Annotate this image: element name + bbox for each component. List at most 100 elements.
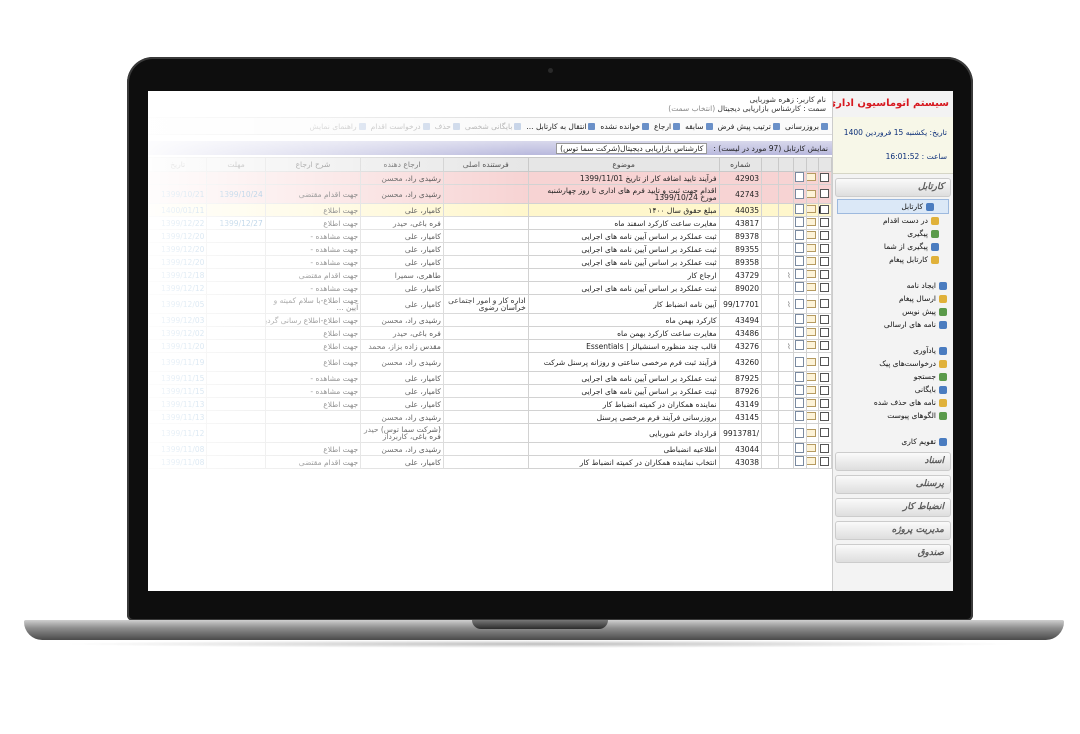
checkbox[interactable] <box>820 204 829 214</box>
letter-subject[interactable]: مغایرت ساعت کارکرد بهمن ماه <box>527 326 720 340</box>
table-row[interactable]: 89378 ثبت عملکرد بر اساس آیین نامه های اج… <box>148 229 832 243</box>
table-row[interactable]: 43044 اطلاعیه انضباطی رشیدی راد، محسن جهت ا… <box>148 442 832 456</box>
checkbox[interactable] <box>820 385 829 395</box>
checkbox[interactable] <box>820 456 829 466</box>
table-row[interactable]: 87925 ثبت عملکرد بر اساس آیین نامه های اج… <box>148 371 832 385</box>
table-row[interactable]: 43260 فرآیند ثبت فرم مرخصی ساعتی و روزانه… <box>148 352 832 372</box>
letter-subject[interactable]: قالب چند منظوره اسنشیالز | Essentials <box>527 339 720 353</box>
toolbar-button[interactable]: بروزرسانی <box>785 122 828 131</box>
toolbar-button[interactable]: ارجاع <box>654 122 681 131</box>
row-checkbox-cell[interactable] <box>818 294 832 314</box>
module-2[interactable]: انضباط کار <box>835 498 951 517</box>
row-checkbox-cell[interactable] <box>818 384 832 398</box>
sidebar-item[interactable]: درخواست‌های پیک <box>833 357 953 370</box>
sidebar-item[interactable]: پیگیری <box>833 227 953 240</box>
table-row[interactable]: 89020 ثبت عملکرد بر اساس آیین نامه های اج… <box>148 281 832 295</box>
checkbox[interactable] <box>820 398 829 408</box>
sidebar-item[interactable]: تقویم کاری <box>833 435 953 448</box>
sidebar-item[interactable]: پیگیری از شما <box>833 240 953 253</box>
table-row[interactable]: 89358 ثبت عملکرد بر اساس آیین نامه های اج… <box>148 255 832 269</box>
letter-subject[interactable]: ثبت عملکرد بر اساس آیین نامه های اجرایی <box>527 384 720 398</box>
checkbox[interactable] <box>820 428 829 437</box>
sidebar-item[interactable]: بایگانی <box>833 383 953 396</box>
checkbox[interactable] <box>820 243 829 253</box>
table-row[interactable]: 42743 اقدام جهت ثبت و تایید فرم های اداری… <box>148 184 832 204</box>
table-row[interactable]: 43145 بروزرسانی فرآیند فرم مرخصی پرسنل رشی… <box>148 410 832 424</box>
toolbar-button[interactable]: درخواست اقدام <box>371 122 430 131</box>
toolbar-button[interactable]: ترتیب پیش فرض <box>718 122 780 131</box>
letter-subject[interactable]: ثبت عملکرد بر اساس آیین نامه های اجرایی <box>527 242 720 256</box>
letter-subject[interactable]: بروزرسانی فرآیند فرم مرخصی پرسنل <box>527 410 720 424</box>
letter-subject[interactable]: ثبت عملکرد بر اساس آیین نامه های اجرایی <box>527 371 720 385</box>
letter-subject[interactable]: فرآیند تایید اضافه کار از تاریخ 1399/11/… <box>527 171 720 185</box>
table-row[interactable]: 89355 ثبت عملکرد بر اساس آیین نامه های اج… <box>148 242 832 256</box>
letter-subject[interactable]: فرآیند ثبت فرم مرخصی ساعتی و روزانه پرسن… <box>527 352 720 372</box>
letter-subject[interactable]: کارکرد بهمن ماه <box>527 313 720 327</box>
checkbox[interactable] <box>820 299 829 308</box>
row-checkbox-cell[interactable] <box>818 203 832 217</box>
cartable-select[interactable]: کارشناس بازاریابی دیجیتال(شرکت سما توس) <box>556 142 708 154</box>
table-row[interactable]: 43486 مغایرت ساعت کارکرد بهمن ماه فره باغی… <box>148 326 832 340</box>
toolbar-button[interactable]: حذف <box>435 122 460 131</box>
row-checkbox-cell[interactable] <box>818 326 832 340</box>
table-row[interactable]: 43038 انتخاب نماینده همکاران در کمیته انض… <box>148 455 832 469</box>
row-checkbox-cell[interactable] <box>818 397 832 411</box>
checkbox[interactable] <box>820 411 829 421</box>
letter-subject[interactable]: مغایرت ساعت کارکرد اسفند ماه <box>527 216 720 230</box>
checkbox[interactable] <box>820 269 829 279</box>
sidebar-item[interactable]: نامه های حذف شده <box>833 396 953 409</box>
table-row[interactable]: 43149 نماینده همکاران در کمیته انضباط کار… <box>148 397 832 411</box>
letter-subject[interactable]: آیین نامه انضباط کار <box>527 294 720 314</box>
letter-subject[interactable]: اطلاعیه انضباطی <box>527 442 720 456</box>
table-row[interactable]: 43494 کارکرد بهمن ماه رشیدی راد، محسن جهت ا… <box>148 313 832 327</box>
letter-subject[interactable]: ثبت عملکرد بر اساس آیین نامه های اجرایی <box>527 281 720 295</box>
letter-subject[interactable]: انتخاب نماینده همکاران در کمیته انضباط ک… <box>527 455 720 469</box>
sidebar-item[interactable]: در دست اقدام <box>833 214 953 227</box>
checkbox[interactable] <box>820 230 829 240</box>
letter-subject[interactable]: ثبت عملکرد بر اساس آیین نامه های اجرایی <box>527 255 720 269</box>
row-checkbox-cell[interactable] <box>818 339 832 353</box>
sidebar-item[interactable]: یادآوری <box>833 344 953 357</box>
checkbox[interactable] <box>820 189 829 198</box>
toolbar-button[interactable]: خوانده نشده <box>600 122 649 131</box>
letter-subject[interactable]: قرارداد خانم شوربایی <box>527 423 720 443</box>
checkbox[interactable] <box>820 256 829 266</box>
table-row[interactable]: 43817 مغایرت ساعت کارکرد اسفند ماه فره باغ… <box>148 216 832 230</box>
row-checkbox-cell[interactable] <box>818 410 832 424</box>
table-row[interactable]: ⌇ 43729 ارجاع کار طاهری، سمیرا جهت اقدام مقت… <box>148 268 832 282</box>
toolbar-button[interactable]: سابقه <box>685 122 713 131</box>
checkbox[interactable] <box>820 443 829 453</box>
letter-subject[interactable]: مبلغ حقوق سال ۱۴۰۰ <box>527 203 720 217</box>
row-checkbox-cell[interactable] <box>818 255 832 269</box>
checkbox[interactable] <box>820 327 829 337</box>
letter-subject[interactable]: ارجاع کار <box>527 268 720 282</box>
checkbox[interactable] <box>820 372 829 382</box>
module-4[interactable]: صندوق <box>835 544 951 563</box>
sidebar-item[interactable]: ایجاد نامه <box>833 279 953 292</box>
table-row[interactable]: 42903 فرآیند تایید اضافه کار از تاریخ 139… <box>148 171 832 185</box>
row-checkbox-cell[interactable] <box>818 455 832 469</box>
toolbar-button[interactable]: بایگانی شخصی <box>465 122 522 131</box>
toolbar-button[interactable]: راهنمای نمایش <box>309 122 366 131</box>
table-row[interactable]: 44035 مبلغ حقوق سال ۱۴۰۰ کامیار، علی جهت اط… <box>148 203 832 217</box>
row-checkbox-cell[interactable] <box>818 184 832 204</box>
checkbox[interactable] <box>820 172 829 182</box>
row-checkbox-cell[interactable] <box>818 423 832 443</box>
toolbar-button[interactable]: انتقال به کارتابل ... <box>526 122 596 131</box>
row-checkbox-cell[interactable] <box>818 242 832 256</box>
sidebar-item[interactable]: ارسال پیغام <box>833 292 953 305</box>
module-3[interactable]: مدیریت پروژه <box>835 521 951 540</box>
checkbox[interactable] <box>820 217 829 227</box>
module-0[interactable]: اسناد <box>835 452 951 471</box>
row-checkbox-cell[interactable] <box>818 313 832 327</box>
checkbox[interactable] <box>820 357 829 366</box>
letter-subject[interactable]: نماینده همکاران در کمیته انضباط کار <box>527 397 720 411</box>
sidebar-item[interactable]: پیش نویس <box>833 305 953 318</box>
row-checkbox-cell[interactable] <box>818 352 832 372</box>
checkbox[interactable] <box>820 314 829 324</box>
table-row[interactable]: ⌇ 43276 قالب چند منظوره اسنشیالز | Essenti… <box>148 339 832 353</box>
table-row[interactable]: ⌇ 99/17701 آیین نامه انضباط کار اداره کار و… <box>148 294 832 314</box>
checkbox[interactable] <box>820 282 829 292</box>
table-row[interactable]: 9913781/قرارداد خانم شوربایی (شرکت سما تو… <box>148 423 832 443</box>
table-row[interactable]: 87926 ثبت عملکرد بر اساس آیین نامه های اج… <box>148 384 832 398</box>
